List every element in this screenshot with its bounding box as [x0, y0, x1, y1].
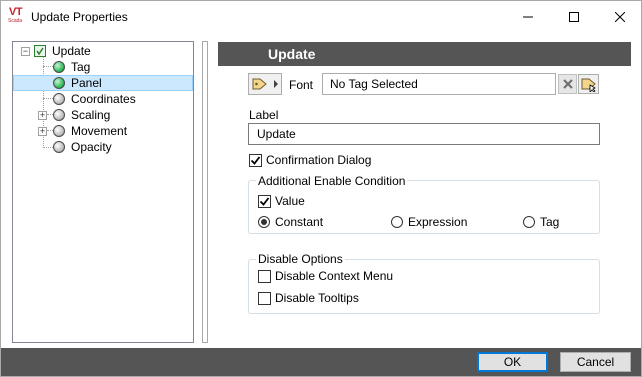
minimize-button[interactable] [505, 1, 551, 33]
disable-options-title: Disable Options [256, 252, 345, 266]
clear-x-icon [562, 79, 573, 89]
gray-ball-icon [53, 109, 65, 121]
title-bar[interactable]: VT Scada Update Properties [1, 1, 641, 33]
radio-unselected-icon[interactable] [391, 216, 403, 228]
tree-item-scaling[interactable]: + Scaling [38, 107, 112, 123]
disable-tooltips-label: Disable Tooltips [275, 291, 359, 305]
tree-item-movement[interactable]: + Movement [38, 123, 129, 139]
confirmation-dialog-label: Confirmation Dialog [266, 153, 372, 167]
update-properties-dialog: VT Scada Update Properties − Update Tag … [0, 0, 642, 377]
panel-splitter[interactable] [202, 41, 208, 343]
minimize-icon [523, 16, 533, 18]
checkbox-checked-icon[interactable] [258, 194, 271, 208]
expand-icon[interactable]: + [38, 110, 47, 120]
tag-icon [252, 78, 267, 90]
collapse-icon[interactable]: − [21, 46, 30, 56]
confirmation-dialog-checkbox[interactable]: Confirmation Dialog [249, 153, 371, 167]
checkbox-unchecked-icon[interactable] [258, 291, 271, 305]
close-button[interactable] [597, 1, 642, 33]
select-tag-button[interactable] [578, 74, 599, 94]
gray-ball-icon [53, 93, 65, 105]
disable-tooltips-checkbox[interactable]: Disable Tooltips [258, 291, 359, 305]
expand-icon[interactable]: + [38, 126, 47, 136]
constant-label: Constant [275, 215, 324, 229]
tree-item-label: Coordinates [71, 91, 136, 106]
radio-unselected-icon[interactable] [523, 216, 535, 228]
label-input[interactable]: Update [248, 123, 600, 145]
disable-context-menu-label: Disable Context Menu [275, 269, 394, 283]
tree-connector-line [43, 66, 53, 67]
chevron-right-icon [274, 80, 278, 88]
ok-button[interactable]: OK [477, 352, 548, 372]
font-tag-field[interactable]: No Tag Selected [322, 73, 556, 95]
cancel-button[interactable]: Cancel [560, 352, 631, 372]
checkbox-unchecked-icon[interactable] [258, 269, 271, 283]
tree-connector-line [43, 147, 53, 148]
tree-item-update[interactable]: − Update [21, 43, 93, 59]
green-ball-icon [53, 77, 65, 89]
close-icon [615, 12, 625, 22]
window-title: Update Properties [31, 10, 128, 24]
expression-radio[interactable]: Expression [391, 215, 467, 229]
tree-item-tag[interactable]: Tag [53, 59, 92, 75]
tree-item-panel[interactable]: Panel [13, 75, 193, 91]
clear-tag-button[interactable] [558, 74, 577, 94]
tag-label: Tag [540, 215, 560, 229]
green-ball-icon [53, 61, 65, 73]
radio-selected-icon[interactable] [258, 216, 270, 228]
tree-item-label: Tag [71, 59, 91, 74]
tree-item-label: Update [52, 43, 91, 58]
font-tag-browse-button[interactable] [248, 73, 282, 95]
maximize-icon [569, 12, 579, 22]
enable-condition-title: Additional Enable Condition [256, 174, 408, 188]
tree-connector-line [43, 98, 53, 99]
value-checkbox[interactable]: Value [258, 194, 305, 208]
update-node-icon [34, 45, 46, 57]
tree-item-label: Panel [71, 75, 102, 90]
tree-item-coordinates[interactable]: Coordinates [53, 91, 138, 107]
value-label: Value [275, 194, 305, 208]
tree-item-opacity[interactable]: Opacity [53, 139, 114, 155]
constant-radio[interactable]: Constant [258, 215, 323, 229]
disable-context-menu-checkbox[interactable]: Disable Context Menu [258, 269, 393, 283]
maximize-button[interactable] [551, 1, 597, 33]
tag-radio[interactable]: Tag [523, 215, 559, 229]
tree-item-label: Opacity [71, 139, 112, 154]
tree-item-label: Movement [71, 123, 128, 138]
gray-ball-icon [53, 125, 65, 137]
label-caption: Label [249, 108, 279, 122]
vtscada-logo-icon: VT Scada [8, 6, 23, 24]
properties-tree[interactable]: − Update Tag Panel Coordinates + Scaling… [12, 41, 194, 343]
gray-ball-icon [53, 141, 65, 153]
font-label: Font [289, 78, 314, 92]
disable-options-group [248, 259, 600, 314]
panel-header: Update [218, 42, 631, 66]
checkbox-checked-icon[interactable] [249, 153, 262, 167]
tag-select-icon [581, 78, 596, 92]
tree-item-label: Scaling [71, 107, 111, 122]
expression-label: Expression [408, 215, 468, 229]
